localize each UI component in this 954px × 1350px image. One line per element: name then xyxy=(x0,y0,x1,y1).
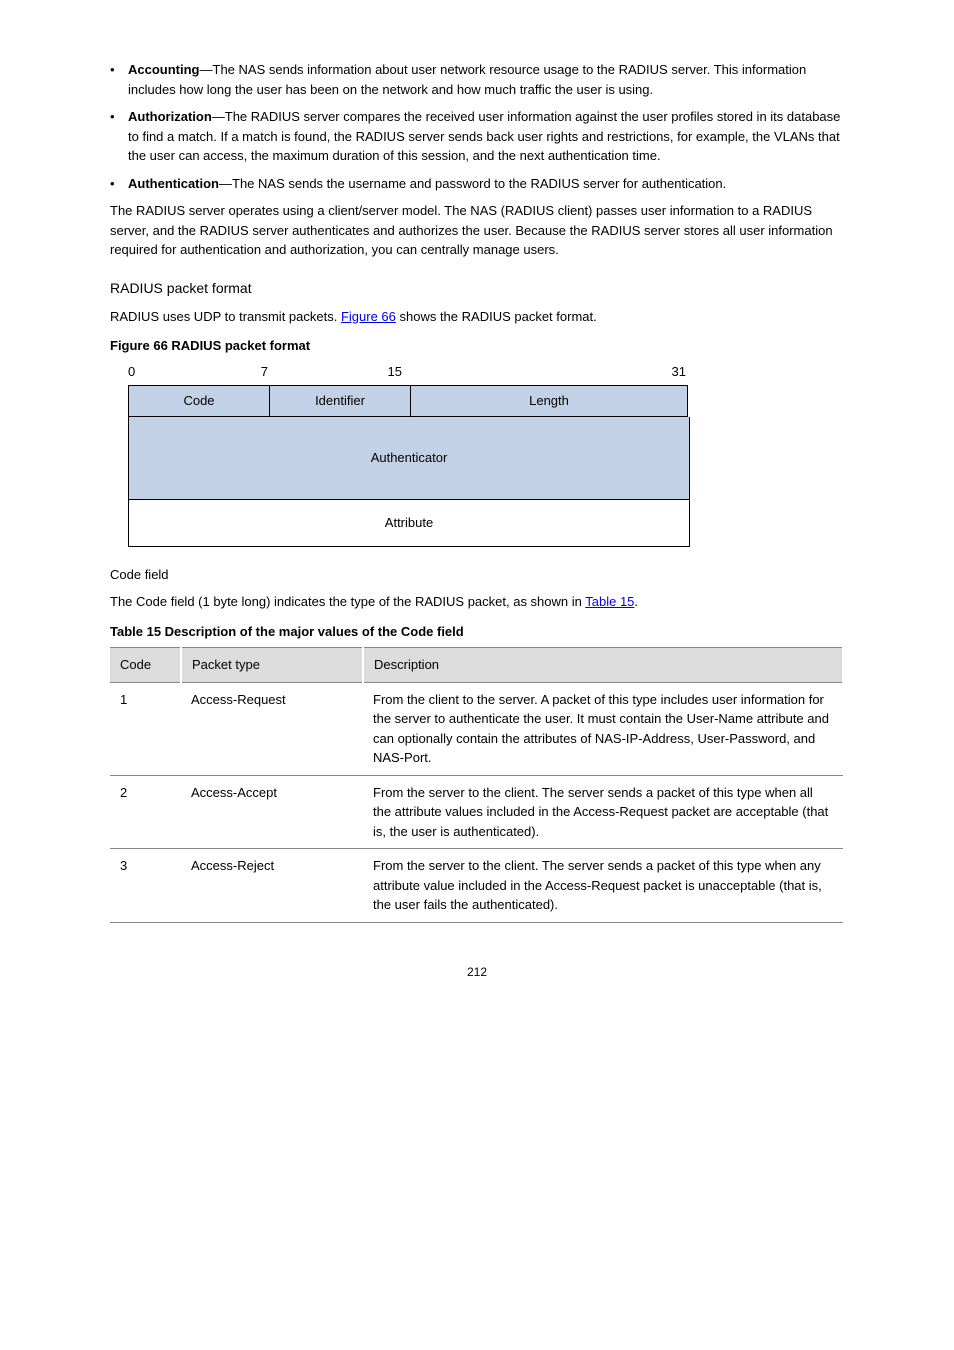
text-after-table-link: . xyxy=(634,594,638,609)
bullet-authentication: • Authentication—The NAS sends the usern… xyxy=(110,174,844,194)
bullet-label: Accounting xyxy=(128,62,200,77)
text-before-table-link: The Code field (1 byte long) indicates t… xyxy=(110,594,585,609)
cell-code: 2 xyxy=(110,775,181,849)
bullet-accounting: • Accounting—The NAS sends information a… xyxy=(110,60,844,99)
bullet-dot: • xyxy=(110,107,128,166)
cell-desc: From the client to the server. A packet … xyxy=(363,682,843,775)
bullet-text: Accounting—The NAS sends information abo… xyxy=(128,60,844,99)
paragraph-code-field: The Code field (1 byte long) indicates t… xyxy=(110,592,844,612)
bullet-label: Authorization xyxy=(128,109,212,124)
field-length: Length xyxy=(410,385,688,417)
bullet-text: Authentication—The NAS sends the usernam… xyxy=(128,174,844,194)
bullet-label: Authentication xyxy=(128,176,219,191)
bullet-desc: —The RADIUS server compares the received… xyxy=(128,109,840,163)
field-authenticator: Authenticator xyxy=(128,417,690,500)
cell-type: Access-Accept xyxy=(181,775,363,849)
figure-66-link[interactable]: Figure 66 xyxy=(341,309,396,324)
th-type: Packet type xyxy=(181,648,363,683)
figure-66-caption: Figure 66 RADIUS packet format xyxy=(110,336,844,356)
table-15-link[interactable]: Table 15 xyxy=(585,594,634,609)
bullet-desc: —The NAS sends information about user ne… xyxy=(128,62,806,97)
bullet-text: Authorization—The RADIUS server compares… xyxy=(128,107,844,166)
codes-table: Code Packet type Description 1 Access-Re… xyxy=(110,647,844,923)
bit-31: 31 xyxy=(406,362,688,382)
cell-type: Access-Request xyxy=(181,682,363,775)
bit-ruler: 0 7 15 31 xyxy=(128,362,688,382)
heading-code-field: Code field xyxy=(110,565,844,585)
table-row: 3 Access-Reject From the server to the c… xyxy=(110,849,843,923)
text-after-link: shows the RADIUS packet format. xyxy=(396,309,597,324)
table-header-row: Code Packet type Description xyxy=(110,648,843,683)
cell-type: Access-Reject xyxy=(181,849,363,923)
th-desc: Description xyxy=(363,648,843,683)
bullet-dot: • xyxy=(110,174,128,194)
page-number: 212 xyxy=(110,963,844,981)
field-code: Code xyxy=(128,385,269,417)
paragraph-server-model: The RADIUS server operates using a clien… xyxy=(110,201,844,260)
text-before-link: RADIUS uses UDP to transmit packets. xyxy=(110,309,341,324)
cell-code: 3 xyxy=(110,849,181,923)
table-15-caption: Table 15 Description of the major values… xyxy=(110,622,844,642)
paragraph-udp: RADIUS uses UDP to transmit packets. Fig… xyxy=(110,307,844,327)
cell-code: 1 xyxy=(110,682,181,775)
bit-0: 0 xyxy=(128,362,138,382)
bullet-authorization: • Authorization—The RADIUS server compar… xyxy=(110,107,844,166)
packet-diagram: 0 7 15 31 Code Identifier Length Authent… xyxy=(110,362,844,547)
packet-box: Code Identifier Length Authenticator Att… xyxy=(128,385,688,547)
bullet-desc: —The NAS sends the username and password… xyxy=(219,176,726,191)
field-attribute: Attribute xyxy=(128,500,690,547)
th-code: Code xyxy=(110,648,181,683)
cell-desc: From the server to the client. The serve… xyxy=(363,849,843,923)
bit-7: 7 xyxy=(138,362,272,382)
field-identifier: Identifier xyxy=(269,385,410,417)
heading-packet-format: RADIUS packet format xyxy=(110,278,844,299)
cell-desc: From the server to the client. The serve… xyxy=(363,775,843,849)
bit-15: 15 xyxy=(272,362,406,382)
bullet-dot: • xyxy=(110,60,128,99)
table-row: 2 Access-Accept From the server to the c… xyxy=(110,775,843,849)
table-row: 1 Access-Request From the client to the … xyxy=(110,682,843,775)
